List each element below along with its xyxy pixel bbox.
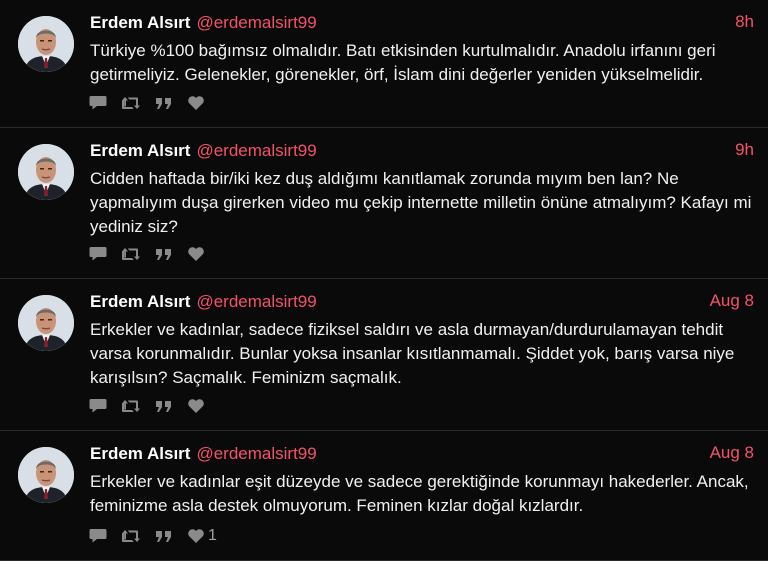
quote-button[interactable] <box>155 397 173 415</box>
tweet-text: Erkekler ve kadınlar, sadece fiziksel sa… <box>90 320 735 387</box>
tweet-text: Türkiye %100 bağımsız olmalıdır. Batı et… <box>90 41 716 84</box>
like-button[interactable] <box>187 94 208 112</box>
author-name[interactable]: Erdem Alsırt <box>90 444 190 463</box>
tweet-actions <box>89 397 222 415</box>
like-count: 1 <box>208 527 217 544</box>
speech-bubble-icon <box>89 399 107 413</box>
retweet-button[interactable] <box>121 245 141 263</box>
tweet-timeline: Erdem Alsırt @erdemalsirt99 8h Türkiye %1… <box>0 0 768 561</box>
author-handle[interactable]: @erdemalsirt99 <box>196 292 316 311</box>
reply-button[interactable] <box>89 397 107 415</box>
avatar[interactable] <box>18 16 74 72</box>
tweet-text: Cidden haftada bir/iki kez duş aldığımı … <box>90 169 752 236</box>
author-name[interactable]: Erdem Alsırt <box>90 292 190 311</box>
tweet-header: Erdem Alsırt @erdemalsirt99 <box>90 279 756 313</box>
like-button[interactable] <box>187 245 208 263</box>
author-name[interactable]: Erdem Alsırt <box>90 141 190 160</box>
speech-bubble-icon <box>89 96 107 110</box>
tweet-item[interactable]: Erdem Alsırt @erdemalsirt99 Aug 8 Erkekle… <box>0 431 768 561</box>
like-button[interactable] <box>187 397 208 415</box>
retweet-button[interactable] <box>121 397 141 415</box>
speech-bubble-icon <box>89 247 107 261</box>
heart-icon <box>188 399 204 413</box>
reply-button[interactable] <box>89 527 107 545</box>
tweet-item[interactable]: Erdem Alsırt @erdemalsirt99 9h Cidden haf… <box>0 128 768 279</box>
author-handle[interactable]: @erdemalsirt99 <box>196 141 316 160</box>
quote-button[interactable] <box>155 527 173 545</box>
reply-button[interactable] <box>89 94 107 112</box>
tweet-text: Erkekler ve kadınlar eşit düzeyde ve sad… <box>90 472 749 515</box>
tweet-timestamp[interactable]: Aug 8 <box>710 443 754 463</box>
retweet-icon <box>122 248 140 260</box>
quote-icon <box>156 531 171 542</box>
tweet-item[interactable]: Erdem Alsırt @erdemalsirt99 Aug 8 Erkekle… <box>0 279 768 431</box>
retweet-icon <box>122 400 140 412</box>
tweet-timestamp[interactable]: Aug 8 <box>710 291 754 311</box>
author-name[interactable]: Erdem Alsırt <box>90 13 190 32</box>
tweet-header: Erdem Alsırt @erdemalsirt99 <box>90 128 756 162</box>
tweet-timestamp[interactable]: 9h <box>735 140 754 160</box>
like-button[interactable]: 1 <box>187 527 217 545</box>
author-handle[interactable]: @erdemalsirt99 <box>196 444 316 463</box>
retweet-button[interactable] <box>121 94 141 112</box>
tweet-header: Erdem Alsırt @erdemalsirt99 <box>90 431 756 465</box>
heart-icon <box>188 529 204 543</box>
quote-button[interactable] <box>155 94 173 112</box>
tweet-timestamp[interactable]: 8h <box>735 12 754 32</box>
heart-icon <box>188 96 204 110</box>
retweet-icon <box>122 97 140 109</box>
quote-icon <box>156 249 171 260</box>
retweet-button[interactable] <box>121 527 141 545</box>
tweet-header: Erdem Alsırt @erdemalsirt99 <box>90 0 756 34</box>
avatar[interactable] <box>18 447 74 503</box>
quote-icon <box>156 98 171 109</box>
tweet-actions <box>89 94 222 112</box>
tweet-actions: 1 <box>89 527 231 545</box>
quote-button[interactable] <box>155 245 173 263</box>
retweet-icon <box>122 530 140 542</box>
avatar[interactable] <box>18 295 74 351</box>
speech-bubble-icon <box>89 529 107 543</box>
quote-icon <box>156 401 171 412</box>
tweet-item[interactable]: Erdem Alsırt @erdemalsirt99 8h Türkiye %1… <box>0 0 768 128</box>
heart-icon <box>188 247 204 261</box>
reply-button[interactable] <box>89 245 107 263</box>
tweet-actions <box>89 245 222 263</box>
author-handle[interactable]: @erdemalsirt99 <box>196 13 316 32</box>
avatar[interactable] <box>18 144 74 200</box>
